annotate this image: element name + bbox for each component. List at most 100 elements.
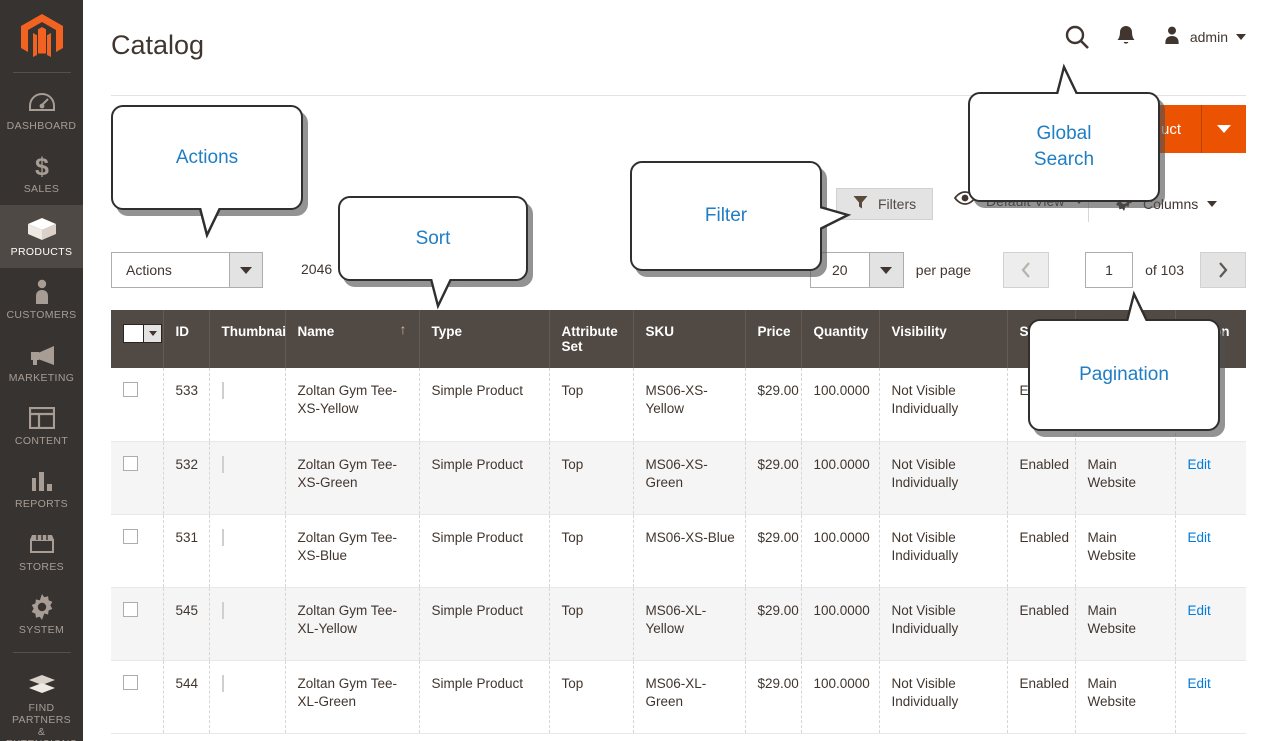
admin-user-menu[interactable]: admin bbox=[1162, 25, 1246, 50]
sidebar-item-dashboard[interactable]: DASHBOARD bbox=[0, 79, 83, 142]
sidebar-item-system[interactable]: SYSTEM bbox=[0, 583, 83, 646]
cell-type: Simple Product bbox=[419, 514, 549, 587]
cell-visibility: Not Visible Individually bbox=[879, 660, 1007, 733]
row-select-checkbox[interactable] bbox=[111, 514, 163, 587]
cell-name: Zoltan Gym Tee-XS-Yellow bbox=[285, 368, 419, 441]
chevron-down-icon bbox=[149, 331, 157, 336]
cell-name: Zoltan Gym Tee-XL-Green bbox=[285, 660, 419, 733]
sidebar-item-label: DASHBOARD bbox=[2, 120, 81, 132]
svg-text:$: $ bbox=[35, 153, 49, 179]
table-row[interactable]: 545Zoltan Gym Tee-XL-YellowSimple Produc… bbox=[111, 587, 1246, 660]
storefront-icon bbox=[2, 531, 81, 557]
next-page-button[interactable] bbox=[1200, 252, 1246, 288]
cell-attribute-set: Top bbox=[549, 441, 633, 514]
row-select-checkbox[interactable] bbox=[111, 587, 163, 660]
cell-status: Enabled bbox=[1007, 514, 1075, 587]
previous-page-button[interactable] bbox=[1003, 252, 1049, 288]
cell-attribute-set: Top bbox=[549, 660, 633, 733]
sidebar-item-content[interactable]: CONTENT bbox=[0, 394, 83, 457]
callout-tail-down bbox=[407, 279, 469, 313]
avatar bbox=[1162, 25, 1182, 50]
cell-price: $29.00 bbox=[745, 660, 801, 733]
filters-label: Filters bbox=[878, 196, 916, 212]
sidebar-item-label: STORES bbox=[2, 561, 81, 573]
cell-name: Zoltan Gym Tee-XL-Yellow bbox=[285, 587, 419, 660]
search-icon[interactable] bbox=[1064, 24, 1090, 50]
product-thumbnail bbox=[222, 675, 224, 692]
row-checkbox[interactable] bbox=[123, 602, 138, 617]
cell-id: 544 bbox=[163, 660, 209, 733]
edit-link[interactable]: Edit bbox=[1188, 457, 1211, 472]
column-header-name[interactable]: Name ↑ bbox=[285, 310, 419, 368]
sort-ascending-icon: ↑ bbox=[400, 321, 407, 337]
edit-link[interactable]: Edit bbox=[1188, 530, 1211, 545]
row-checkbox[interactable] bbox=[123, 456, 138, 471]
funnel-icon bbox=[853, 195, 868, 213]
table-row[interactable]: 544 Zoltan Gym Tee-XL-GreenSimple Product… bbox=[111, 660, 1246, 733]
column-header-attribute-set[interactable]: Attribute Set bbox=[549, 310, 633, 368]
cell-attribute-set: Top bbox=[549, 587, 633, 660]
row-select-checkbox[interactable] bbox=[111, 441, 163, 514]
sidebar-item-customers[interactable]: CUSTOMERS bbox=[0, 268, 83, 331]
header-actions: admin bbox=[1064, 24, 1246, 50]
callout-pagination-label: Pagination bbox=[1079, 363, 1169, 387]
table-row[interactable]: 531Zoltan Gym Tee-XS-BlueSimple ProductT… bbox=[111, 514, 1246, 587]
current-page-input[interactable] bbox=[1085, 252, 1133, 288]
box-icon bbox=[2, 216, 81, 242]
row-checkbox[interactable] bbox=[123, 675, 138, 690]
cell-type: Simple Product bbox=[419, 660, 549, 733]
column-header-quantity[interactable]: Quantity bbox=[801, 310, 879, 368]
per-page-select[interactable]: 20 bbox=[810, 252, 904, 288]
cell-sku: MS06-XS-Green bbox=[633, 441, 745, 514]
row-select-checkbox[interactable] bbox=[111, 660, 163, 733]
sidebar-item-label: CONTENT bbox=[2, 435, 81, 447]
column-header-price[interactable]: Price bbox=[745, 310, 801, 368]
sidebar-item-stores[interactable]: STORES bbox=[0, 520, 83, 583]
sidebar-item-label: PRODUCTS bbox=[2, 246, 81, 258]
cell-price: $29.00 bbox=[745, 441, 801, 514]
column-header-type[interactable]: Type bbox=[419, 310, 549, 368]
sidebar-item-label: MARKETING bbox=[2, 372, 81, 384]
sidebar-item-reports[interactable]: REPORTS bbox=[0, 457, 83, 520]
chevron-down-icon[interactable] bbox=[869, 253, 903, 287]
sidebar-item-find-partners[interactable]: FIND PARTNERS& EXTENSIONS bbox=[0, 661, 83, 741]
row-checkbox[interactable] bbox=[123, 529, 138, 544]
chevron-down-icon bbox=[1207, 201, 1217, 207]
cell-type: Simple Product bbox=[419, 587, 549, 660]
callout-tail-up bbox=[1033, 60, 1095, 94]
sidebar-item-products[interactable]: PRODUCTS bbox=[0, 205, 83, 268]
sidebar-item-label: SYSTEM bbox=[2, 624, 81, 636]
select-all-checkbox[interactable] bbox=[123, 324, 162, 343]
mass-actions-select[interactable]: Actions bbox=[111, 252, 263, 288]
edit-link[interactable]: Edit bbox=[1188, 676, 1211, 691]
cell-sku: MS06-XL-Yellow bbox=[633, 587, 745, 660]
row-checkbox[interactable] bbox=[123, 382, 138, 397]
select-all-header[interactable] bbox=[111, 310, 163, 368]
column-header-sku[interactable]: SKU bbox=[633, 310, 745, 368]
column-header-visibility[interactable]: Visibility bbox=[879, 310, 1007, 368]
page-title: Catalog bbox=[111, 30, 204, 61]
edit-link[interactable]: Edit bbox=[1188, 603, 1211, 618]
cell-action: Edit bbox=[1175, 587, 1246, 660]
magento-logo-icon bbox=[21, 14, 63, 60]
row-select-checkbox[interactable] bbox=[111, 368, 163, 441]
cell-quantity: 100.0000 bbox=[801, 587, 879, 660]
cell-quantity: 100.0000 bbox=[801, 368, 879, 441]
chevron-down-icon bbox=[1217, 125, 1231, 133]
column-header-id[interactable]: ID bbox=[163, 310, 209, 368]
mass-actions-value: Actions bbox=[112, 253, 229, 287]
callout-pagination: Pagination bbox=[1028, 319, 1220, 431]
sidebar-item-sales[interactable]: $ SALES bbox=[0, 142, 83, 205]
table-row[interactable]: 532Zoltan Gym Tee-XS-GreenSimple Product… bbox=[111, 441, 1246, 514]
add-product-dropdown-toggle[interactable] bbox=[1202, 105, 1246, 153]
column-header-thumbnail[interactable]: Thumbnail bbox=[209, 310, 285, 368]
cell-websites: Main Website bbox=[1075, 441, 1175, 514]
chevron-down-icon[interactable] bbox=[229, 253, 262, 287]
sidebar-item-marketing[interactable]: MARKETING bbox=[0, 331, 83, 394]
cell-attribute-set: Top bbox=[549, 368, 633, 441]
bell-icon[interactable] bbox=[1116, 25, 1136, 49]
magento-logo[interactable] bbox=[0, 0, 83, 72]
product-thumbnail bbox=[222, 456, 224, 473]
cell-sku: MS06-XS-Blue bbox=[633, 514, 745, 587]
cell-type: Simple Product bbox=[419, 441, 549, 514]
